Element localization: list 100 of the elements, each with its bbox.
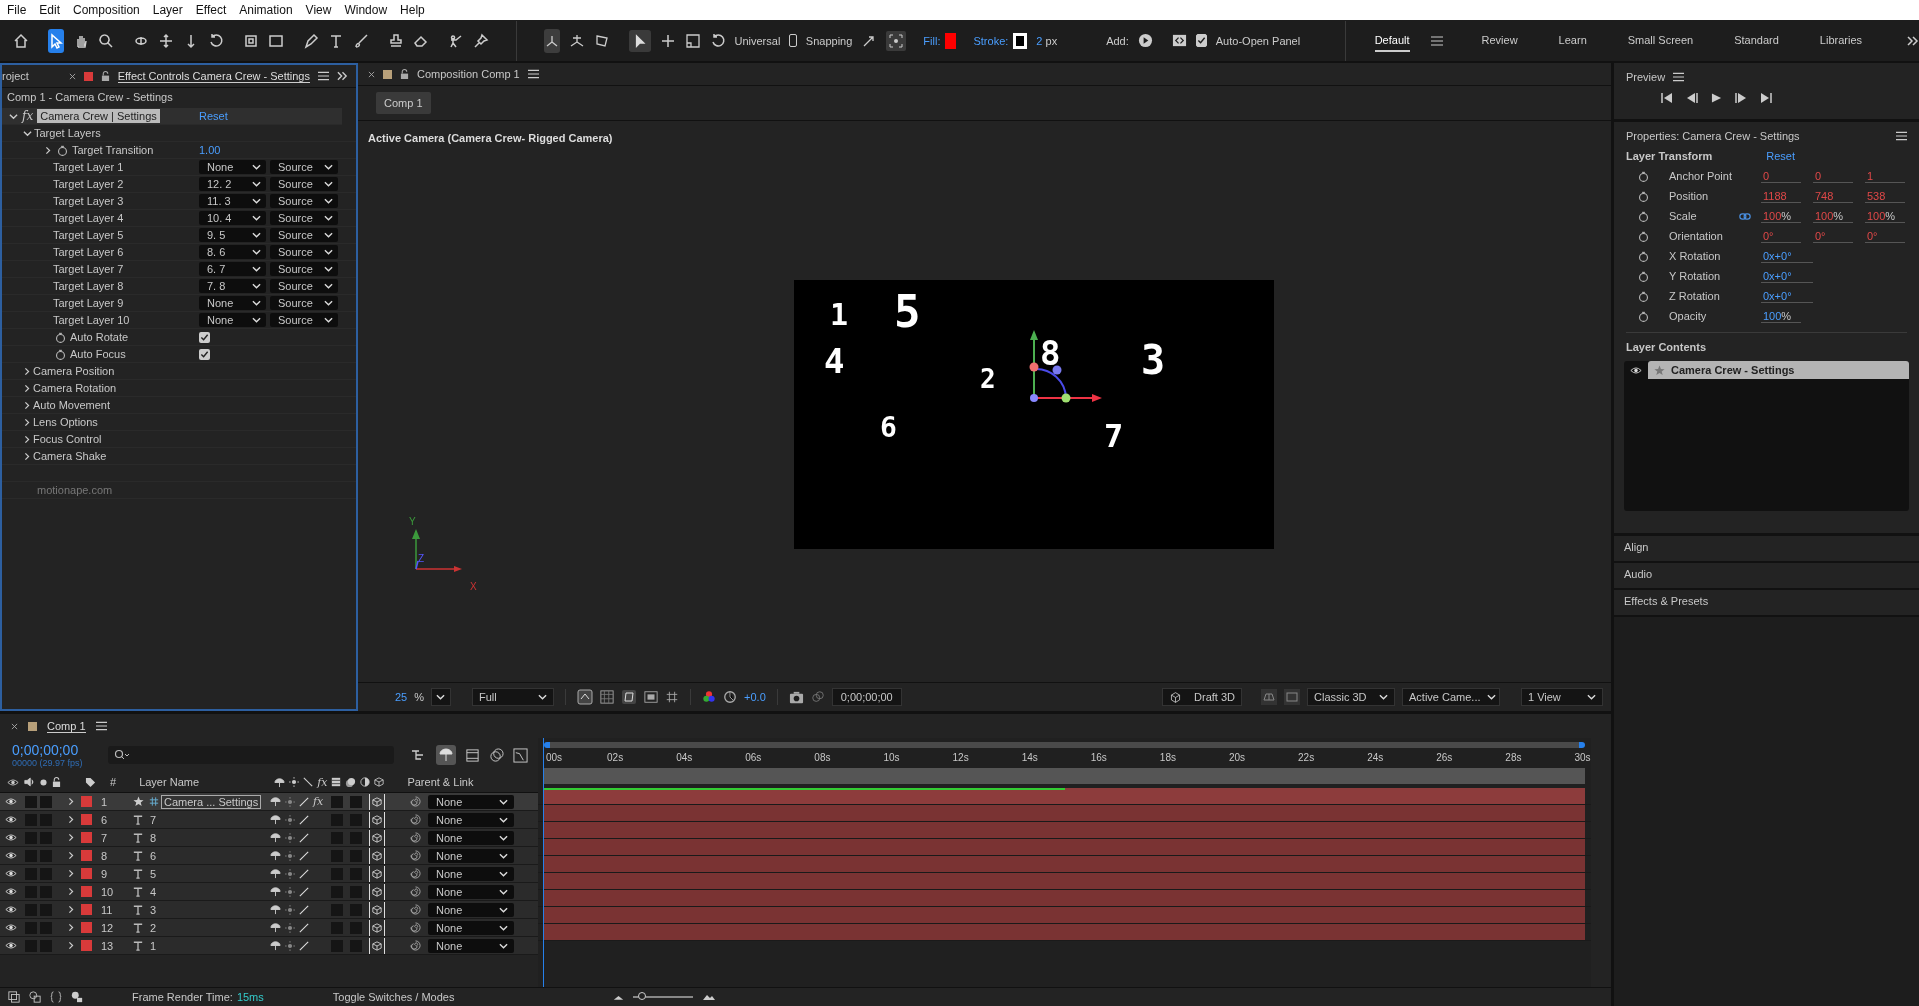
layer-name[interactable]: 3 (148, 903, 262, 916)
sun-icon[interactable] (285, 886, 295, 897)
label-color-swatch[interactable] (81, 796, 92, 807)
shy-layers-icon[interactable] (436, 745, 456, 765)
layer-row[interactable]: 11 3 None (0, 901, 538, 919)
shy-icon[interactable] (270, 940, 281, 951)
cube-icon[interactable] (372, 868, 382, 879)
eye-icon[interactable] (5, 833, 17, 842)
speaker-icon[interactable] (24, 777, 35, 787)
layer-name[interactable]: 7 (148, 813, 262, 826)
parent-dropdown[interactable]: None (428, 848, 514, 863)
region-icon[interactable] (644, 690, 659, 704)
parent-dropdown[interactable]: None (428, 812, 514, 827)
shy-icon[interactable] (274, 776, 286, 788)
cube-icon[interactable] (372, 922, 382, 933)
text-tool-icon[interactable] (328, 32, 344, 49)
sun-icon[interactable] (289, 777, 300, 787)
pin-icon[interactable] (473, 32, 489, 49)
solo-dot-icon[interactable] (40, 778, 47, 786)
collapsed-panel[interactable]: Audio (1614, 563, 1919, 590)
collapsed-panel[interactable]: Effects & Presets (1614, 590, 1919, 617)
stamp-icon[interactable] (388, 32, 404, 49)
menu-item[interactable]: Layer (152, 3, 191, 17)
stopwatch-icon[interactable] (1638, 270, 1649, 282)
layer-name[interactable]: 2 (148, 921, 262, 934)
checkbox[interactable] (199, 331, 210, 343)
menu-icon[interactable] (527, 69, 539, 79)
menu-item[interactable]: Help (400, 3, 433, 17)
close-icon[interactable] (368, 70, 375, 78)
layers-icon[interactable] (29, 991, 41, 1003)
more-chevron-icon[interactable] (337, 71, 348, 81)
stopwatch-icon[interactable] (1638, 210, 1649, 222)
section-label[interactable]: Camera Shake (33, 450, 107, 462)
motion-blur-switch[interactable] (331, 795, 343, 808)
stopwatch-icon[interactable] (1638, 170, 1649, 182)
property-value[interactable]: 0x+0° (1761, 269, 1813, 283)
layer-name[interactable]: 5 (148, 867, 262, 880)
sun-icon[interactable] (285, 814, 295, 825)
layer-dropdown[interactable]: 12. 2 (199, 177, 266, 191)
quality-icon[interactable] (299, 922, 309, 933)
timecode-field[interactable]: 0;00;00;00 (831, 688, 902, 706)
eye-icon[interactable] (1630, 365, 1642, 375)
layer-dropdown[interactable]: 9. 5 (199, 228, 266, 242)
workspace-tab[interactable]: Review (1481, 29, 1518, 52)
property-value[interactable]: 1 (1865, 169, 1905, 183)
pen-icon[interactable] (303, 32, 319, 49)
source-dropdown[interactable]: Source (270, 194, 338, 208)
lock-icon[interactable] (100, 70, 110, 82)
snap-target-icon[interactable] (886, 30, 907, 51)
zoom-out-mountain-icon[interactable] (613, 993, 625, 1001)
label-color-swatch[interactable] (81, 832, 92, 843)
workspace-tab[interactable]: Libraries (1819, 29, 1862, 52)
property-value[interactable]: 1188 (1761, 189, 1801, 203)
exposure-reset-icon[interactable] (723, 690, 738, 704)
more-chevron-icon[interactable] (1907, 35, 1919, 46)
layer-dropdown[interactable]: 8. 6 (199, 245, 266, 259)
property-value[interactable]: 100% (1813, 209, 1853, 223)
play-circle-icon[interactable] (1137, 33, 1153, 48)
layer-name[interactable]: Camera ... Settings (161, 794, 262, 809)
menu-icon[interactable] (1673, 72, 1685, 82)
fx-badge[interactable]: fx (22, 109, 34, 123)
pick-whip-icon[interactable] (410, 904, 421, 915)
workspace-tab[interactable]: Learn (1558, 29, 1587, 52)
layer-digit[interactable]: 7 (1104, 420, 1124, 452)
stopwatch-icon[interactable] (1638, 290, 1649, 302)
source-dropdown[interactable]: Source (270, 245, 338, 259)
label-color-swatch[interactable] (81, 850, 92, 861)
layer-row[interactable]: 12 2 None (0, 919, 538, 937)
quality-icon[interactable] (299, 868, 309, 879)
time-ruler[interactable]: 00s 02s 04s 06s 08s 10s 12s 14s 16s 18s 20s 22s 24s 26s 28s 30s (538, 748, 1591, 768)
parent-dropdown[interactable]: None (428, 920, 514, 935)
composition-icon[interactable] (8, 991, 20, 1003)
menu-item[interactable]: Animation (239, 3, 301, 17)
effects-switch[interactable]: fx (313, 795, 324, 808)
brush-icon[interactable] (353, 32, 369, 49)
menu-item[interactable]: Edit (39, 3, 69, 17)
label-color-swatch[interactable] (81, 940, 92, 951)
move-icon[interactable] (659, 32, 676, 49)
cube-icon[interactable] (372, 886, 382, 897)
draft-3d-button[interactable]: Draft 3D (1162, 688, 1242, 706)
renderer-dropdown[interactable]: Classic 3D (1307, 688, 1395, 706)
pick-whip-icon[interactable] (410, 940, 421, 951)
search-icon[interactable] (113, 749, 130, 761)
reset-link[interactable]: Reset (199, 110, 228, 122)
source-dropdown[interactable]: Source (270, 279, 338, 293)
menu-item[interactable]: File (7, 3, 35, 17)
pick-whip-icon[interactable] (410, 922, 421, 933)
panel-toggle-icon[interactable] (1171, 33, 1187, 48)
parent-dropdown[interactable]: None (428, 866, 514, 881)
cube-icon[interactable] (372, 814, 382, 825)
lock-icon[interactable] (400, 68, 409, 80)
property-value[interactable]: 100% (1761, 209, 1801, 223)
grid-icon[interactable] (665, 690, 680, 704)
audio-switch[interactable] (25, 795, 37, 808)
sun-icon[interactable] (285, 904, 295, 915)
shy-icon[interactable] (270, 814, 281, 825)
layer-digit[interactable]: 4 (824, 344, 845, 378)
property-value[interactable]: 538 (1865, 189, 1905, 203)
quality-icon[interactable] (299, 940, 309, 951)
property-value[interactable]: 0° (1865, 229, 1905, 243)
